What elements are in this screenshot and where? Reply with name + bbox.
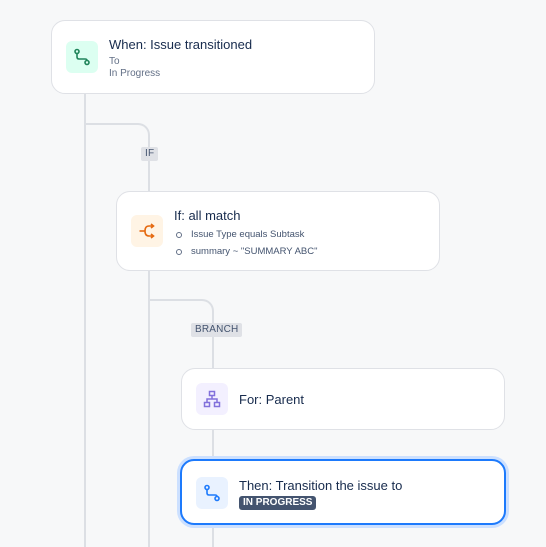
hierarchy-icon bbox=[203, 390, 221, 408]
rule-canvas: IF BRANCH When: Issue transitioned To In… bbox=[0, 0, 546, 547]
connector-main bbox=[84, 94, 86, 547]
transition-icon bbox=[74, 48, 90, 66]
action-title: Then: Transition the issue to bbox=[239, 478, 403, 493]
status-lozenge: IN PROGRESS bbox=[239, 496, 317, 510]
condition-item: summary ~ "SUMMARY ABC" bbox=[175, 243, 318, 260]
condition-icon-box bbox=[131, 215, 163, 247]
branch-card[interactable]: For: Parent bbox=[181, 368, 505, 430]
trigger-status: In Progress bbox=[109, 68, 161, 79]
condition-item: Issue Type equals Subtask bbox=[175, 226, 318, 243]
trigger-title: When: Issue transitioned bbox=[109, 37, 253, 52]
condition-title: If: all match bbox=[174, 208, 241, 223]
connector-branch-curve bbox=[148, 299, 214, 321]
condition-list: Issue Type equals Subtask summary ~ "SUM… bbox=[175, 226, 318, 260]
trigger-card[interactable]: When: Issue transitioned To In Progress bbox=[51, 20, 375, 94]
branch-icon-box bbox=[196, 383, 228, 415]
if-chip: IF bbox=[141, 147, 159, 161]
action-icon-box bbox=[196, 477, 228, 509]
connector-branch-tail bbox=[212, 525, 214, 547]
condition-card[interactable]: If: all match Issue Type equals Subtask … bbox=[116, 191, 440, 271]
action-card[interactable]: Then: Transition the issue to IN PROGRES… bbox=[180, 459, 506, 525]
branch-chip: BRANCH bbox=[191, 323, 243, 337]
branch-title: For: Parent bbox=[239, 392, 305, 407]
connector-branch-inner bbox=[212, 430, 214, 460]
trigger-to-label: To bbox=[109, 56, 120, 67]
transition-icon bbox=[204, 484, 220, 502]
connector-if-curve bbox=[84, 123, 150, 145]
trigger-icon-box bbox=[66, 41, 98, 73]
condition-branch-icon bbox=[139, 223, 155, 239]
